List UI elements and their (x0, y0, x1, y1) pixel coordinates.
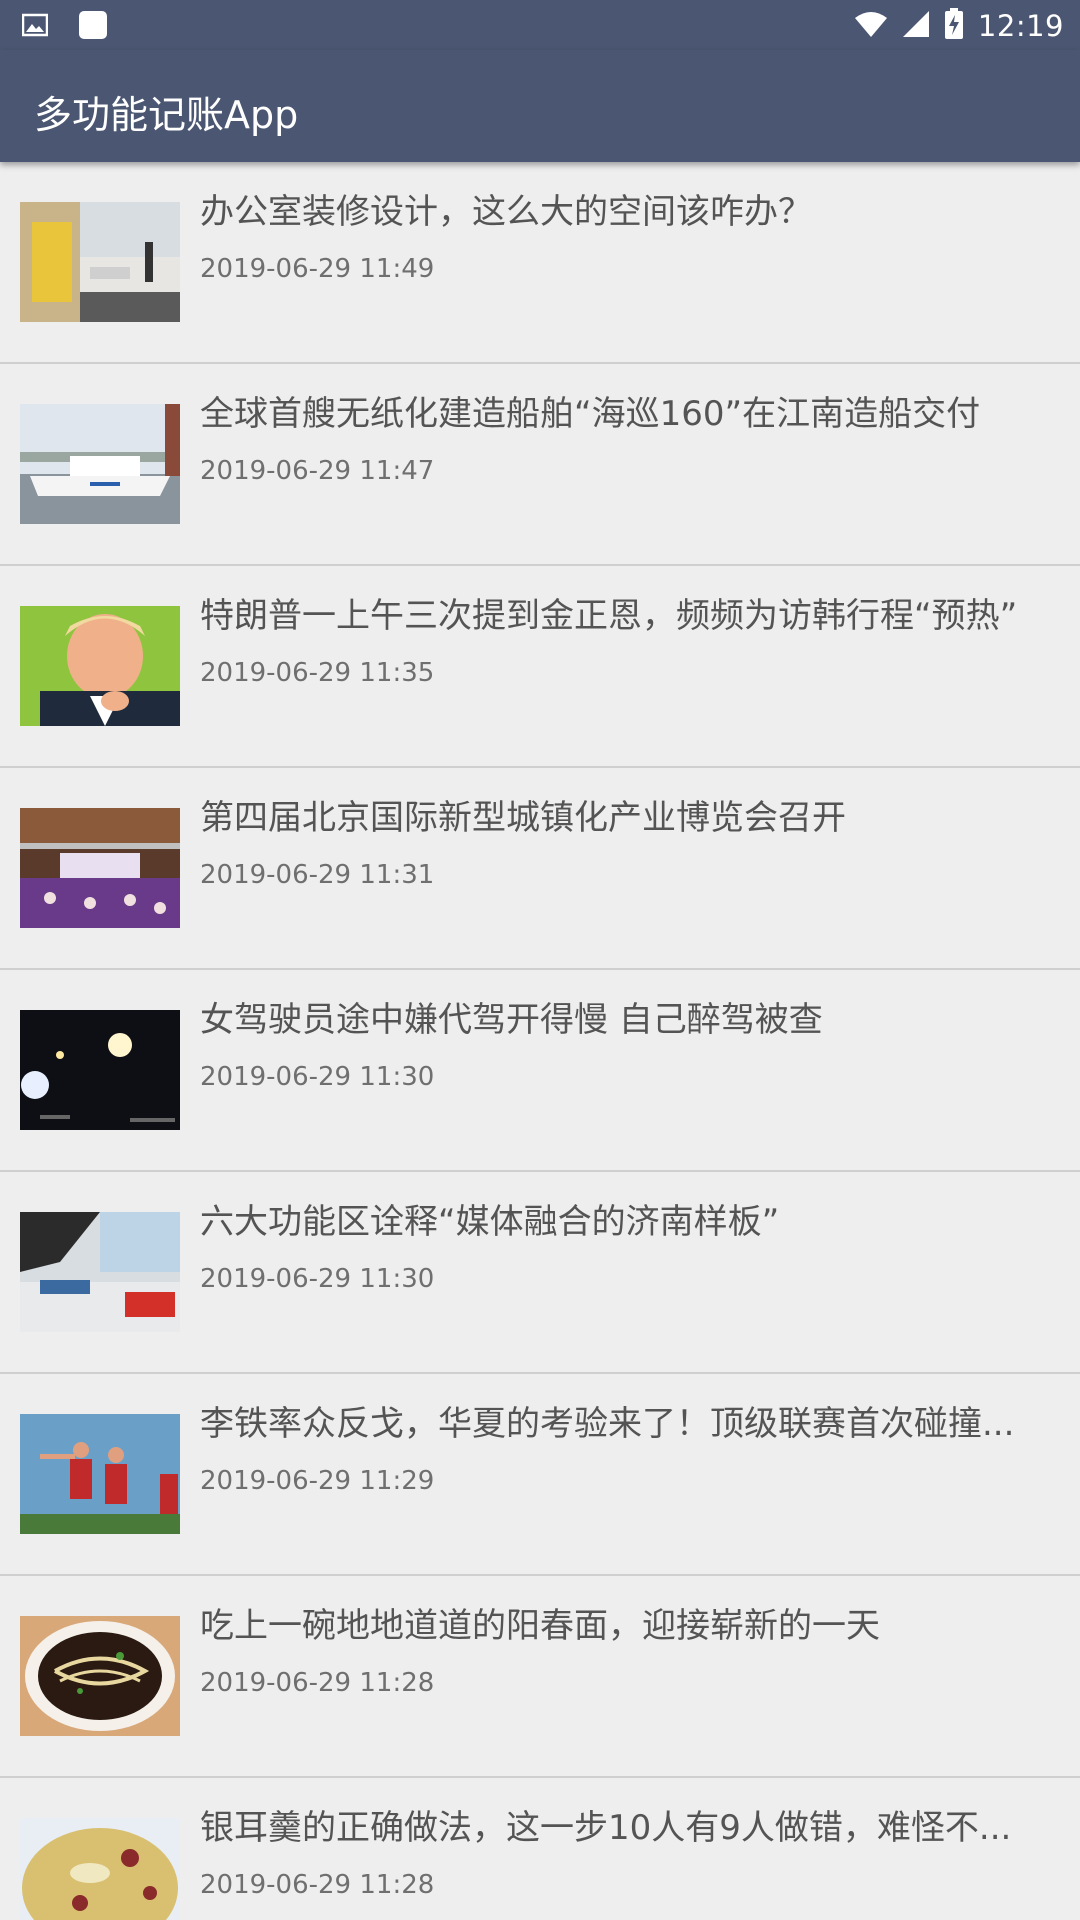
news-time: 2019-06-29 11:28 (200, 1668, 435, 1698)
news-time: 2019-06-29 11:47 (200, 456, 435, 486)
list-item[interactable]: 第四届北京国际新型城镇化产业博览会召开 2019-06-29 11:31 (0, 768, 1080, 970)
list-item[interactable]: 女驾驶员途中嫌代驾开得慢 自己醉驾被查 2019-06-29 11:30 (0, 970, 1080, 1172)
expo-thumbnail (20, 808, 180, 928)
news-time: 2019-06-29 11:28 (200, 1870, 435, 1900)
list-item[interactable]: 特朗普一上午三次提到金正恩，频频为访韩行程“预热” 2019-06-29 11:… (0, 566, 1080, 768)
news-time: 2019-06-29 11:31 (200, 860, 435, 890)
wifi-icon (854, 10, 888, 42)
cell-signal-icon (902, 10, 930, 42)
news-title: 吃上一碗地地道道的阳春面，迎接崭新的一天 (200, 1606, 880, 1646)
soup-thumbnail (20, 1818, 180, 1920)
app-notification-icon (78, 10, 108, 44)
news-title: 办公室装修设计，这么大的空间该咋办？ (200, 192, 812, 232)
image-notification-icon (21, 13, 49, 41)
list-item[interactable]: 六大功能区诠释“媒体融合的济南样板” 2019-06-29 11:30 (0, 1172, 1080, 1374)
status-bar: 12:19 (0, 0, 1080, 50)
app-title: 多功能记账App (34, 93, 299, 137)
news-list[interactable]: 办公室装修设计，这么大的空间该咋办？ 2019-06-29 11:49 全球首艘… (0, 162, 1080, 1920)
news-title: 女驾驶员途中嫌代驾开得慢 自己醉驾被查 (200, 1000, 823, 1040)
news-title: 第四届北京国际新型城镇化产业博览会召开 (200, 798, 846, 838)
list-item[interactable]: 全球首艘无纸化建造船舶“海巡160”在江南造船交付 2019-06-29 11:… (0, 364, 1080, 566)
news-time: 2019-06-29 11:29 (200, 1466, 435, 1496)
news-title: 银耳羹的正确做法，这一步10人有9人做错，难怪不... (200, 1808, 1012, 1848)
football-thumbnail (20, 1414, 180, 1534)
news-time: 2019-06-29 11:49 (200, 254, 435, 284)
noodles-thumbnail (20, 1616, 180, 1736)
list-item[interactable]: 办公室装修设计，这么大的空间该咋办？ 2019-06-29 11:49 (0, 162, 1080, 364)
ship-thumbnail (20, 404, 180, 524)
list-item[interactable]: 银耳羹的正确做法，这一步10人有9人做错，难怪不... 2019-06-29 1… (0, 1778, 1080, 1920)
battery-charging-icon (944, 8, 964, 44)
news-time: 2019-06-29 11:30 (200, 1062, 435, 1092)
app-bar: 多功能记账App (0, 50, 1080, 162)
office-thumbnail (20, 202, 180, 322)
status-time: 12:19 (977, 9, 1064, 43)
news-title: 六大功能区诠释“媒体融合的济南样板” (200, 1202, 780, 1242)
media-hall-thumbnail (20, 1212, 180, 1332)
list-item[interactable]: 吃上一碗地地道道的阳春面，迎接崭新的一天 2019-06-29 11:28 (0, 1576, 1080, 1778)
news-time: 2019-06-29 11:35 (200, 658, 435, 688)
news-title: 全球首艘无纸化建造船舶“海巡160”在江南造船交付 (200, 394, 981, 434)
portrait-thumbnail (20, 606, 180, 726)
news-title: 李铁率众反戈，华夏的考验来了！顶级联赛首次碰撞... (200, 1404, 1015, 1444)
list-item[interactable]: 李铁率众反戈，华夏的考验来了！顶级联赛首次碰撞... 2019-06-29 11… (0, 1374, 1080, 1576)
news-time: 2019-06-29 11:30 (200, 1264, 435, 1294)
news-title: 特朗普一上午三次提到金正恩，频频为访韩行程“预热” (200, 596, 1018, 636)
night-road-thumbnail (20, 1010, 180, 1130)
